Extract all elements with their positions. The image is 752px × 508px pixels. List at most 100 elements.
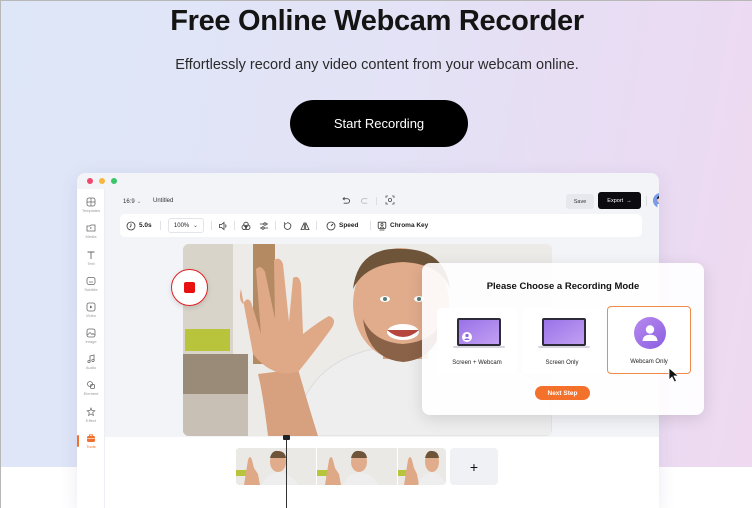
media-icon: [86, 224, 96, 232]
sidebar-item-media[interactable]: Media: [77, 223, 105, 247]
arrow-right-icon: →: [626, 197, 632, 204]
flip-button[interactable]: [300, 214, 310, 237]
editing-toolbar: 5.0s 100% ⌄ Speed Chroma Key: [120, 214, 642, 237]
start-recording-button[interactable]: Start Recording: [290, 100, 468, 147]
sidebar-item-label: Tools: [86, 444, 96, 449]
templates-icon: [86, 197, 96, 207]
timeline-clip-thumbnail[interactable]: [317, 448, 397, 485]
avatar-icon: [653, 193, 659, 208]
chevron-down-icon: ⌄: [136, 199, 142, 205]
undo-icon[interactable]: [341, 196, 350, 205]
timeline-clip-thumbnail[interactable]: [398, 448, 446, 485]
zoom-value: 100%: [173, 222, 190, 229]
window-controls: [87, 178, 117, 184]
rotate-icon: [283, 221, 292, 230]
divider: [370, 221, 371, 230]
sidebar-item-subtitle[interactable]: Subtitle: [77, 276, 105, 300]
screenshot-icon[interactable]: [385, 195, 395, 205]
redo-icon[interactable]: [361, 196, 370, 205]
divider: [160, 221, 161, 230]
export-button[interactable]: Export →: [598, 192, 641, 209]
speed-icon: [326, 221, 336, 230]
sidebar-item-label: Image: [85, 339, 97, 344]
minimize-dot: [99, 178, 105, 184]
playhead-handle[interactable]: [283, 435, 290, 440]
editor-topbar: 16:9 ⌄ Untitled Save Export →: [105, 189, 659, 213]
webcam-user-icon: [634, 317, 666, 349]
divider: [376, 197, 377, 205]
sidebar-item-text[interactable]: Text: [77, 250, 105, 274]
chroma-key-icon: [377, 221, 387, 230]
image-icon: [86, 328, 96, 338]
sidebar-item-tools[interactable]: Tools: [77, 433, 105, 457]
editor-sidebar: Templates Media Text Subtitle Video Imag…: [77, 189, 105, 508]
close-dot: [87, 178, 93, 184]
sidebar-item-label: Templates: [81, 208, 101, 213]
divider: [316, 221, 317, 230]
flip-icon: [300, 221, 310, 230]
mode-label: Screen + Webcam: [452, 360, 502, 366]
adjust-button[interactable]: [259, 214, 269, 237]
clip-frame-image: [398, 448, 446, 485]
video-icon: [86, 302, 96, 312]
chroma-key-label: Chroma Key: [390, 222, 429, 229]
clip-frame-image: [317, 448, 397, 485]
chroma-key-button[interactable]: Chroma Key: [377, 214, 428, 237]
zoom-select[interactable]: 100% ⌄: [168, 218, 204, 233]
sidebar-item-effect[interactable]: Effect: [77, 407, 105, 431]
color-button[interactable]: [241, 214, 251, 237]
sidebar-item-element[interactable]: Element: [77, 380, 105, 404]
divider: [275, 221, 276, 230]
volume-button[interactable]: [218, 214, 228, 237]
user-avatar[interactable]: [653, 193, 659, 208]
recording-mode-dialog: Please Choose a Recording Mode Screen + …: [422, 263, 704, 415]
chevron-down-icon: ⌄: [193, 223, 199, 229]
export-label: Export: [607, 197, 624, 204]
mouse-cursor-icon: [668, 367, 680, 383]
sidebar-item-audio[interactable]: Audio: [77, 354, 105, 378]
timeline-clip-thumbnail[interactable]: [236, 448, 316, 485]
sidebar-item-image[interactable]: Image: [77, 328, 105, 352]
duration-value: 5.0s: [139, 222, 152, 229]
audio-icon: [87, 354, 95, 364]
mode-option-screen-webcam[interactable]: Screen + Webcam: [437, 308, 517, 374]
page-title: Free Online Webcam Recorder: [170, 5, 584, 37]
mode-label: Webcam Only: [630, 359, 668, 365]
project-name[interactable]: Untitled: [153, 198, 173, 204]
element-icon: [87, 381, 95, 389]
mode-label: Screen Only: [545, 360, 579, 366]
aspect-ratio-value: 16:9: [123, 199, 135, 205]
aspect-ratio-select[interactable]: 16:9 ⌄: [123, 198, 141, 205]
effect-icon: [86, 407, 96, 417]
page-subtitle: Effortlessly record any video content fr…: [175, 57, 579, 73]
clock-icon: [126, 221, 136, 230]
divider: [646, 196, 647, 206]
sidebar-item-label: Audio: [85, 365, 97, 370]
volume-icon: [219, 221, 227, 230]
maximize-dot: [111, 178, 117, 184]
rotate-button[interactable]: [282, 214, 292, 237]
record-stop-button[interactable]: [171, 269, 208, 306]
mode-option-screen-only[interactable]: Screen Only: [522, 308, 602, 374]
sidebar-item-label: Element: [83, 391, 99, 396]
dialog-title: Please Choose a Recording Mode: [486, 281, 640, 292]
add-clip-button[interactable]: +: [450, 448, 498, 485]
tools-icon: [87, 434, 95, 442]
sidebar-item-video[interactable]: Video: [77, 302, 105, 326]
duration-control[interactable]: 5.0s: [126, 214, 152, 237]
timeline-playhead[interactable]: [286, 437, 287, 508]
text-icon: [87, 251, 95, 259]
sliders-icon: [260, 221, 268, 230]
speed-button[interactable]: Speed: [326, 214, 359, 237]
stop-icon: [184, 282, 195, 293]
sidebar-item-label: Subtitle: [84, 287, 98, 292]
color-adjust-icon: [241, 221, 251, 230]
next-step-button[interactable]: Next Step: [535, 386, 590, 400]
sidebar-item-label: Video: [85, 313, 97, 318]
subtitle-icon: [86, 277, 96, 285]
laptop-icon: [538, 318, 590, 348]
divider: [211, 221, 212, 230]
save-button[interactable]: Save: [566, 194, 594, 209]
mode-option-webcam-only[interactable]: Webcam Only: [607, 306, 691, 374]
sidebar-item-templates[interactable]: Templates: [77, 197, 105, 221]
